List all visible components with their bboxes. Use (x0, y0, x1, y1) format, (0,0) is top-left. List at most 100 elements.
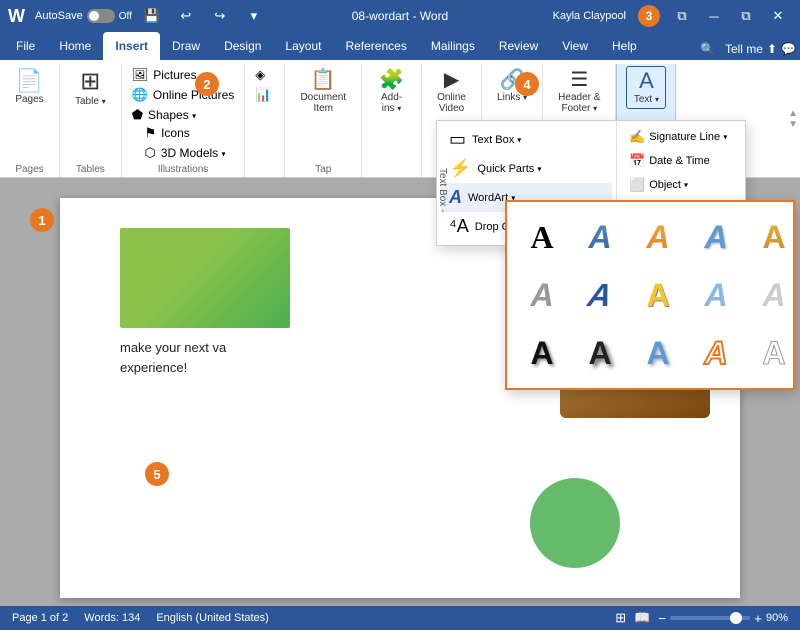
wordart-style-14[interactable]: A (689, 326, 743, 380)
online-video-icon: ▶ (444, 70, 459, 90)
textbox-dropdown-item[interactable]: ▭ Text Box ▾ (441, 125, 612, 154)
tab-layout[interactable]: Layout (273, 32, 333, 60)
wordart-style-15[interactable]: A (747, 326, 800, 380)
table-button[interactable]: ⊞ Table ▾ (68, 66, 113, 111)
icons-button[interactable]: ⚑ Icons (142, 124, 191, 142)
save-button[interactable]: 💾 (138, 2, 166, 30)
user-name: Kayla Claypool (553, 10, 626, 22)
object-label: Object ▾ (649, 179, 688, 191)
zoom-out-button[interactable]: − (658, 611, 666, 626)
addins-button[interactable]: 🧩 Add-ins ▾ (372, 66, 412, 118)
wordart-style-1[interactable]: A (515, 210, 569, 264)
online-video-button[interactable]: ▶ OnlineVideo (430, 66, 473, 118)
illustrations-group-label: Illustrations (158, 162, 209, 175)
badge-1: 1 (30, 208, 54, 232)
undo-button[interactable]: ↩ (172, 2, 200, 30)
smartart-button[interactable]: ◈ (253, 66, 270, 84)
3d-models-label: 3D Models ▾ (161, 146, 226, 160)
wordart-style-4[interactable]: A (689, 210, 743, 264)
badge-2: 2 (195, 72, 219, 96)
search-button[interactable]: 🔍 (694, 40, 721, 58)
zoom-slider-thumb[interactable] (730, 612, 742, 624)
pictures-icon: 🖼 (132, 67, 149, 83)
signature-line-item[interactable]: ✍ Signature Line ▾ (621, 125, 743, 149)
zoom-in-button[interactable]: + (754, 611, 762, 626)
quick-parts-label: Quick Parts ▾ (477, 163, 541, 175)
status-right: ⊞ 📖 − + 90% (615, 610, 788, 626)
shapes-icon: ⬟ (132, 107, 143, 123)
wordart-style-7[interactable]: A (568, 268, 632, 322)
textbox-label: Text Box ▾ (472, 134, 521, 146)
quick-parts-dropdown-item[interactable]: ⚡ Quick Parts ▾ (441, 154, 612, 183)
online-pictures-label: Online Pictures (153, 88, 234, 102)
pages-icon: 📄 (16, 70, 43, 92)
dropcap-icon: ⁴A (449, 216, 469, 237)
wordart-style-2[interactable]: A (573, 210, 627, 264)
restore-button[interactable]: ⧉ (732, 2, 760, 30)
tab-home[interactable]: Home (47, 32, 103, 60)
quick-parts-icon: ⚡ (449, 158, 471, 179)
zoom-level: 90% (766, 612, 788, 624)
status-left: Page 1 of 2 Words: 134 English (United S… (12, 612, 269, 624)
table-label: Table ▾ (75, 96, 106, 107)
tab-help[interactable]: Help (600, 32, 649, 60)
text-button[interactable]: A Text ▾ (626, 66, 666, 109)
online-pictures-button[interactable]: 🌐 Online Pictures (130, 86, 237, 104)
ribbon-group-pages: 📄 Pages Pages (0, 64, 60, 177)
ribbon-group-illustrations: 🖼 Pictures 🌐 Online Pictures ⬟ Shapes ▾ … (122, 64, 246, 177)
minimize-button[interactable]: ─ (700, 2, 728, 30)
redo-button[interactable]: ↪ (206, 2, 234, 30)
tab-review[interactable]: Review (487, 32, 550, 60)
ribbon-display-button[interactable]: ⧉ (668, 2, 696, 30)
tab-design[interactable]: Design (212, 32, 273, 60)
status-bar: Page 1 of 2 Words: 134 English (United S… (0, 606, 800, 630)
wordart-style-6[interactable]: A (515, 268, 569, 322)
object-item[interactable]: ⬜ Object ▾ (621, 173, 743, 197)
word-count: Words: 134 (84, 612, 140, 624)
tab-view[interactable]: View (550, 32, 600, 60)
header-footer-button[interactable]: ☰ Header &Footer ▾ (551, 66, 607, 118)
autosave-state-icon[interactable] (87, 9, 115, 23)
tab-mailings[interactable]: Mailings (419, 32, 487, 60)
signature-line-label: Signature Line ▾ (649, 131, 727, 143)
doc-text-1: make your next va experience! (120, 338, 226, 377)
wordart-style-3[interactable]: A (631, 210, 685, 264)
close-button[interactable]: ✕ (764, 2, 792, 30)
wordart-grid: A A A A A A A A A A A A A A A (515, 210, 785, 380)
tab-references[interactable]: References (333, 32, 418, 60)
pictures-button[interactable]: 🖼 Pictures (130, 66, 199, 84)
layout-view-button[interactable]: ⊞ (615, 610, 626, 626)
tab-insert[interactable]: Insert (103, 32, 160, 60)
wordart-style-11[interactable]: A (515, 326, 569, 380)
autosave-toggle[interactable]: AutoSave Off (35, 9, 132, 23)
zoom-slider-track[interactable] (670, 616, 750, 620)
text-label: Text ▾ (634, 94, 659, 105)
ribbon-group-addins: 🧩 Add-ins ▾ (362, 64, 422, 177)
tab-draw[interactable]: Draw (160, 32, 212, 60)
share-button[interactable]: ⬆ (767, 42, 777, 56)
online-pictures-icon: 🌐 (132, 87, 148, 103)
wordart-style-10[interactable]: A (747, 268, 800, 322)
badge-5: 5 (145, 462, 169, 486)
wordart-gallery-panel: A A A A A A A A A A A A A A A (505, 200, 795, 390)
wordart-style-8[interactable]: A (631, 268, 685, 322)
pages-button[interactable]: 📄 Pages (8, 66, 50, 109)
chart-button[interactable]: 📊 (253, 86, 276, 104)
wordart-style-9[interactable]: A (689, 268, 743, 322)
wordart-style-13[interactable]: A (631, 326, 685, 380)
3d-models-button[interactable]: ⬡ 3D Models ▾ (142, 144, 227, 162)
wordart-style-5[interactable]: A (747, 210, 800, 264)
tab-file[interactable]: File (4, 32, 47, 60)
comments-button[interactable]: 💬 (781, 42, 796, 56)
object-icon: ⬜ (629, 177, 645, 193)
document-item-button[interactable]: 📋 DocumentItem (293, 66, 353, 118)
wordart-style-12[interactable]: A (573, 326, 627, 380)
customize-qat-button[interactable]: ▾ (240, 2, 268, 30)
textbox-icon: ▭ (449, 129, 466, 150)
date-time-item[interactable]: 📅 Date & Time (621, 149, 743, 173)
green-circle (530, 478, 620, 568)
read-view-button[interactable]: 📖 (634, 610, 650, 626)
shapes-button[interactable]: ⬟ Shapes ▾ (130, 106, 198, 124)
document-item-icon: 📋 (311, 70, 336, 90)
page-indicator: Page 1 of 2 (12, 612, 68, 624)
